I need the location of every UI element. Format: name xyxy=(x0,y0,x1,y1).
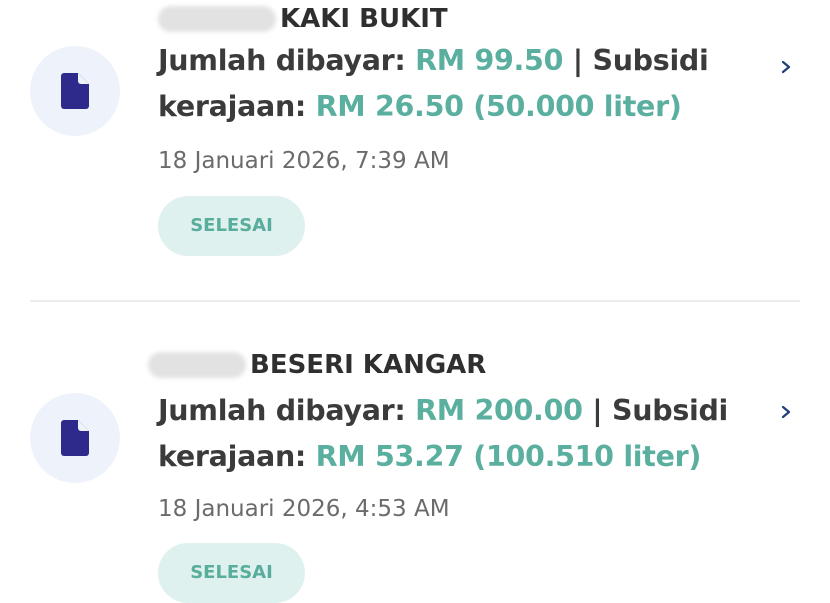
subsidy-amount: RM 26.50 xyxy=(315,90,464,123)
station-name: BESERI KANGAR xyxy=(148,350,487,380)
subsidy-label: Subsidi xyxy=(592,44,709,77)
status-badge: SELESAI xyxy=(158,196,305,256)
payment-detail: Jumlah dibayar: RM 200.00 | Subsidi kera… xyxy=(158,388,738,480)
transaction-datetime: 18 Januari 2026, 4:53 AM xyxy=(158,496,450,522)
paid-amount: RM 200.00 xyxy=(415,394,583,427)
station-name-text: KAKI BUKIT xyxy=(280,4,448,34)
transaction-datetime: 18 Januari 2026, 7:39 AM xyxy=(158,148,450,174)
document-icon xyxy=(61,73,89,109)
separator: | xyxy=(582,394,612,427)
transaction-item[interactable]: KAKI BUKIT Jumlah dibayar: RM 99.50 | Su… xyxy=(0,0,830,300)
paid-label: Jumlah dibayar: xyxy=(158,394,406,427)
paid-label: Jumlah dibayar: xyxy=(158,44,406,77)
redacted-block xyxy=(148,352,246,378)
document-icon-circle xyxy=(30,393,120,483)
fuel-volume: (100.510 liter) xyxy=(473,440,702,473)
divider xyxy=(30,300,800,302)
station-name: KAKI BUKIT xyxy=(158,4,448,34)
chevron-right-icon[interactable] xyxy=(778,59,794,75)
subsidy-label: Subsidi xyxy=(612,394,729,427)
redacted-block xyxy=(158,6,276,32)
document-icon xyxy=(61,420,89,456)
chevron-right-icon[interactable] xyxy=(778,404,794,420)
document-icon-circle xyxy=(30,46,120,136)
status-badge: SELESAI xyxy=(158,543,305,603)
payment-detail: Jumlah dibayar: RM 99.50 | Subsidi keraj… xyxy=(158,38,738,130)
separator: | xyxy=(563,44,593,77)
transaction-item[interactable]: BESERI KANGAR Jumlah dibayar: RM 200.00 … xyxy=(0,303,830,603)
station-name-text: BESERI KANGAR xyxy=(250,350,487,380)
subsidy-label-2: kerajaan: xyxy=(158,440,307,473)
subsidy-label-2: kerajaan: xyxy=(158,90,307,123)
paid-amount: RM 99.50 xyxy=(415,44,564,77)
fuel-volume: (50.000 liter) xyxy=(473,90,682,123)
subsidy-amount: RM 53.27 xyxy=(315,440,464,473)
